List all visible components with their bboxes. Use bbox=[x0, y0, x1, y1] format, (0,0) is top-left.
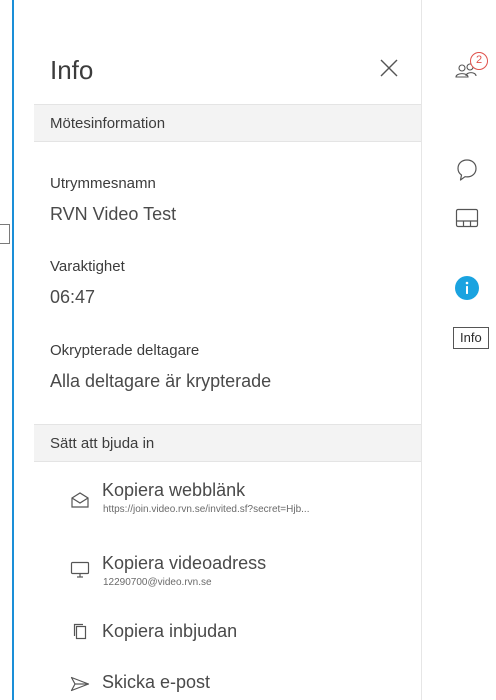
info-icon bbox=[454, 275, 480, 306]
field-unencrypted-label: Okrypterade deltagare bbox=[50, 342, 200, 359]
invite-copy-video-address[interactable]: Kopiera videoadress 12290700@video.rvn.s… bbox=[34, 552, 421, 608]
invite-copy-video-address-title: Kopiera videoadress bbox=[102, 553, 267, 573]
invite-send-email-title: Skicka e-post bbox=[102, 672, 211, 692]
envelope-open-icon bbox=[70, 490, 90, 510]
close-icon bbox=[380, 59, 398, 82]
info-tooltip: Info bbox=[453, 327, 489, 349]
invite-send-email[interactable]: Skicka e-post bbox=[34, 670, 421, 700]
invite-copy-video-address-value: 12290700@video.rvn.se bbox=[103, 577, 212, 588]
collapsed-tab-handle[interactable] bbox=[0, 224, 10, 244]
window-left-border bbox=[12, 0, 14, 700]
invite-copy-invitation[interactable]: Kopiera inbjudan bbox=[34, 618, 421, 674]
panel-header: Info bbox=[34, 0, 421, 104]
layout-icon bbox=[455, 208, 479, 233]
invite-copy-weblink-title: Kopiera webblänk bbox=[102, 480, 246, 500]
side-rail: 2 bbox=[422, 0, 496, 700]
field-duration-value: 06:47 bbox=[50, 287, 96, 307]
section-meeting-info-title: Mötesinformation bbox=[50, 115, 166, 132]
invite-copy-weblink-url: https://join.video.rvn.se/invited.sf?sec… bbox=[103, 504, 310, 515]
field-unencrypted-value: Alla deltagare är krypterade bbox=[50, 371, 272, 391]
monitor-icon bbox=[70, 560, 90, 580]
field-room-name-label: Utrymmesnamn bbox=[50, 175, 156, 192]
invite-copy-invitation-title: Kopiera inbjudan bbox=[102, 621, 238, 641]
send-icon bbox=[70, 674, 90, 694]
copy-icon bbox=[70, 622, 90, 642]
chat-button[interactable] bbox=[453, 158, 481, 186]
panel-title: Info bbox=[50, 55, 94, 85]
invite-copy-weblink[interactable]: Kopiera webblänk https://join.video.rvn.… bbox=[34, 476, 421, 532]
close-button[interactable] bbox=[377, 58, 401, 82]
field-room-name-value: RVN Video Test bbox=[50, 204, 177, 224]
participants-count-badge: 2 bbox=[470, 52, 488, 70]
section-invite: Sätt att bjuda in bbox=[34, 424, 421, 462]
info-panel: Info Mötesinformation Utrymmesnamn RVN V… bbox=[34, 0, 422, 700]
info-button[interactable] bbox=[453, 275, 481, 306]
layout-button[interactable] bbox=[453, 206, 481, 234]
section-meeting-info: Mötesinformation bbox=[34, 104, 421, 142]
chat-icon bbox=[454, 157, 480, 188]
field-duration-label: Varaktighet bbox=[50, 258, 125, 275]
app-window: Info Mötesinformation Utrymmesnamn RVN V… bbox=[0, 0, 496, 700]
section-invite-title: Sätt att bjuda in bbox=[50, 435, 155, 452]
